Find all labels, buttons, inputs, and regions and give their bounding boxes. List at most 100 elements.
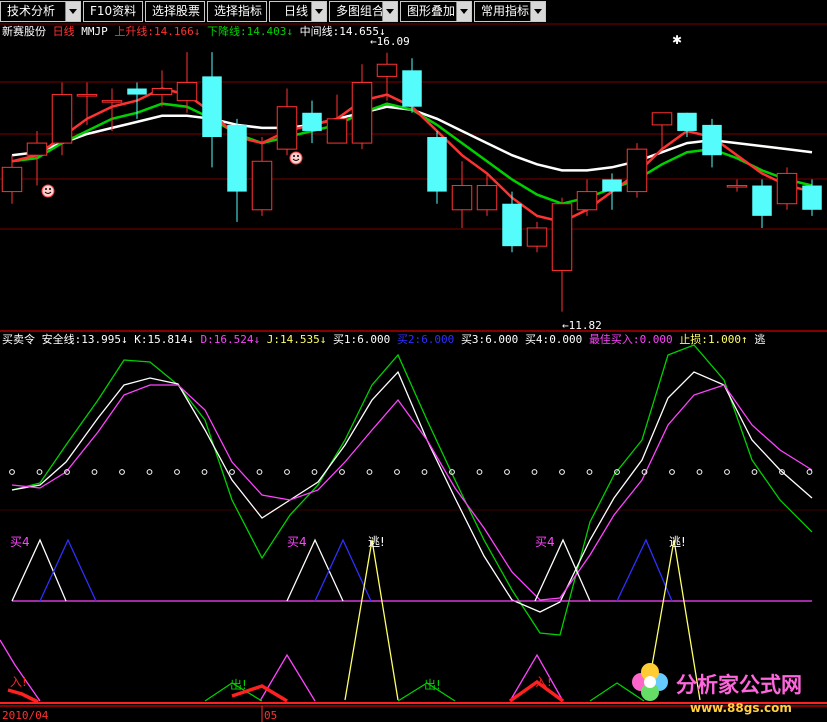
kdj-line [11, 370, 813, 613]
candle-body [651, 112, 673, 126]
candle-body [51, 94, 73, 144]
escape-signal-label: 逃! [368, 535, 385, 549]
signal-triangle [259, 653, 316, 702]
kdj-line [11, 344, 813, 636]
safety-dot [559, 469, 565, 475]
x-axis-label-start: 2010/04 [2, 709, 49, 722]
buy4-label: 买4: [525, 333, 549, 346]
x-axis-label-month: 05 [264, 709, 277, 722]
candle-body [526, 227, 548, 247]
high-price-marker: ←16.09 [370, 35, 410, 48]
candle-body [502, 203, 522, 247]
signal-triangle [616, 538, 673, 602]
j-value: 14.535↓ [280, 333, 326, 346]
flower-logo-icon [632, 663, 668, 701]
safety-dot [256, 469, 263, 475]
buy4-value: 0.000 [549, 333, 582, 346]
safety-dot [201, 469, 208, 475]
candle-body [476, 185, 498, 211]
candle-body [227, 124, 247, 192]
star-icon: ✱ [672, 33, 682, 47]
escape-signal-label: 逃! [669, 535, 686, 549]
period-label: 日线 [53, 24, 75, 38]
safety-dot [724, 469, 730, 475]
watermark-logo: 分析家公式网 www.88gs.com [632, 663, 802, 715]
signal-triangle [344, 539, 399, 701]
candle-body [376, 63, 398, 77]
fall-line-value: 14.403↓ [247, 25, 293, 38]
candle-body [752, 185, 772, 216]
smiley-icon [41, 184, 55, 198]
sub-indicator-name: 买卖令 [2, 332, 35, 346]
candle-body [1, 166, 23, 193]
safety-dot [696, 469, 703, 475]
kdj-lines [11, 344, 813, 636]
safety-dot [9, 469, 15, 475]
stop-loss-value: 1.000↑ [708, 333, 748, 346]
stop-loss-label: 止损: [679, 332, 708, 346]
safety-dot [806, 469, 813, 475]
buy3-label: 买3: [461, 333, 485, 346]
d-value: 16.524↓ [214, 333, 260, 346]
signal-triangle [39, 538, 97, 602]
kdj-line [11, 384, 813, 601]
safety-dot [229, 469, 235, 475]
candle-body [802, 185, 822, 210]
k-value: 15.814↓ [147, 333, 193, 346]
rise-line-value: 14.166↓ [154, 25, 200, 38]
candle-body [451, 185, 473, 211]
safety-dot [586, 469, 593, 475]
candle-body [677, 112, 697, 131]
signal-triangle [286, 538, 344, 602]
rise-line-label: 上升线: [114, 24, 154, 38]
candle-body [202, 76, 222, 138]
buy1-label: 买1: [333, 333, 357, 346]
safety-dot [421, 469, 428, 475]
escape-label: 逃 [754, 333, 765, 346]
candle-body [626, 148, 648, 193]
candle-body [176, 81, 198, 102]
candle-body [351, 81, 373, 144]
j-label: J: [267, 333, 280, 346]
best-buy-value: 0.000 [640, 333, 673, 346]
buy2-label: 买2: [397, 333, 421, 346]
candle-body [26, 142, 48, 156]
safety-line-dots [9, 469, 813, 475]
safety-dot [311, 469, 318, 475]
mid-line-label: 中间线: [300, 24, 340, 38]
candle-body [427, 137, 447, 192]
signal-triangle [11, 538, 67, 602]
signal-triangle [534, 538, 591, 602]
sub-panel-header: 买卖令 安全线:13.995↓ K:15.814↓ D:16.524↓ J:14… [2, 332, 765, 346]
safety-dot [119, 469, 125, 475]
out-signal-label: 出! [230, 678, 247, 692]
candle-body [602, 179, 622, 192]
candle-body [702, 124, 722, 156]
watermark-brand: 分析家公式网 [676, 673, 802, 697]
safety-dot [91, 469, 98, 475]
candle-body [402, 70, 422, 107]
k-label: K: [134, 333, 147, 346]
buy2-value: 6.000 [421, 333, 454, 346]
stock-name: 新赛股份 [2, 24, 46, 38]
watermark-url: www.88gs.com [690, 701, 792, 715]
buy4-signal-label: 买4 [10, 535, 30, 549]
candle-body [576, 191, 598, 211]
candle-body [101, 100, 123, 103]
safety-dot [36, 469, 43, 475]
low-price-marker: ←11.82 [562, 319, 602, 332]
candle-body [726, 185, 748, 188]
candlesticks [1, 52, 822, 312]
in-signal-label: 入! [10, 675, 27, 689]
chart-area[interactable]: 新赛股份 日线 MMJP 上升线:14.166↓ 下降线:14.403↓ 中间线… [0, 0, 827, 722]
candle-body [326, 118, 348, 144]
indicator-name: MMJP [81, 25, 108, 38]
buy3-value: 6.000 [485, 333, 518, 346]
buy4-signal-label: 买4 [287, 535, 307, 549]
candle-body [776, 172, 798, 205]
safety-dot [394, 469, 400, 475]
fall-line-label: 下降线: [207, 24, 247, 38]
candle-body [551, 203, 573, 271]
safety-dot [476, 469, 483, 475]
candle-body [302, 112, 322, 131]
